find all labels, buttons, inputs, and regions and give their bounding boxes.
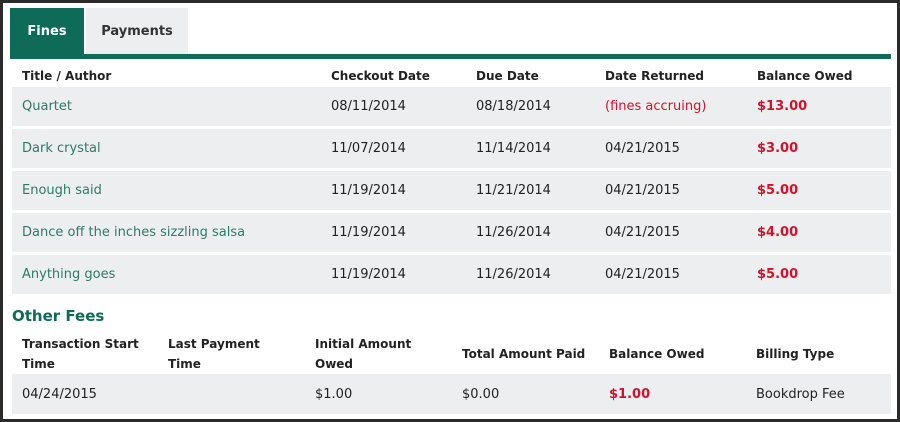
header-initial-amount-owed: Initial Amount Owed: [315, 337, 412, 371]
date-returned: 04/21/2015: [595, 171, 747, 210]
fees-header-row: Transaction Start Time Last Payment Time…: [12, 334, 891, 374]
header-balance-owed: Balance Owed: [757, 69, 853, 83]
header-billing-type: Billing Type: [756, 347, 835, 361]
other-fees-table: Transaction Start Time Last Payment Time…: [12, 334, 891, 414]
initial-amount: $1.00: [305, 374, 452, 414]
other-fees-heading: Other Fees: [12, 307, 105, 325]
header-total-amount-paid: Total Amount Paid: [462, 347, 586, 361]
due-date: 11/26/2014: [466, 213, 595, 252]
checkout-date: 08/11/2014: [321, 87, 466, 126]
billing-type: Bookdrop Fee: [746, 374, 891, 414]
balance-owed: $5.00: [747, 171, 891, 210]
balance-owed: $3.00: [747, 129, 891, 168]
table-row: Dance off the inches sizzling salsa 11/1…: [12, 213, 891, 252]
tab-payments[interactable]: Payments: [86, 8, 188, 54]
title-link[interactable]: Dance off the inches sizzling salsa: [22, 225, 245, 240]
balance-owed: $4.00: [747, 213, 891, 252]
balance-owed: $13.00: [747, 87, 891, 126]
due-date: 11/21/2014: [466, 171, 595, 210]
date-returned: (fines accruing): [595, 87, 747, 126]
date-returned: 04/21/2015: [595, 129, 747, 168]
title-link[interactable]: Dark crystal: [22, 141, 101, 156]
balance-owed: $1.00: [599, 374, 746, 414]
fines-header-row: Title / Author Checkout Date Due Date Da…: [12, 65, 891, 87]
tab-bar: Fines Payments: [10, 8, 188, 56]
last-payment: [158, 374, 305, 414]
header-date-returned: Date Returned: [605, 69, 704, 83]
header-last-payment-time: Last Payment Time: [168, 337, 260, 371]
window-frame: Fines Payments Title / Author Checkout D…: [0, 0, 900, 422]
checkout-date: 11/19/2014: [321, 255, 466, 294]
title-link[interactable]: Anything goes: [22, 267, 115, 282]
checkout-date: 11/19/2014: [321, 213, 466, 252]
table-row: Quartet 08/11/2014 08/18/2014 (fines acc…: [12, 87, 891, 126]
header-due-date: Due Date: [476, 69, 539, 83]
header-balance-owed: Balance Owed: [609, 347, 705, 361]
checkout-date: 11/19/2014: [321, 171, 466, 210]
due-date: 11/26/2014: [466, 255, 595, 294]
balance-owed: $5.00: [747, 255, 891, 294]
date-returned: 04/21/2015: [595, 255, 747, 294]
header-checkout-date: Checkout Date: [331, 69, 430, 83]
table-row: Dark crystal 11/07/2014 11/14/2014 04/21…: [12, 129, 891, 168]
table-row: 04/24/2015 $1.00 $0.00 $1.00 Bookdrop Fe…: [12, 374, 891, 414]
transaction-start: 04/24/2015: [12, 374, 158, 414]
table-row: Anything goes 11/19/2014 11/26/2014 04/2…: [12, 255, 891, 294]
tab-underline: [10, 54, 891, 59]
amount-paid: $0.00: [452, 374, 599, 414]
tab-fines[interactable]: Fines: [10, 8, 84, 54]
header-title-author: Title / Author: [22, 69, 112, 83]
title-link[interactable]: Enough said: [22, 183, 102, 198]
due-date: 08/18/2014: [466, 87, 595, 126]
fines-table: Title / Author Checkout Date Due Date Da…: [12, 65, 891, 294]
table-row: Enough said 11/19/2014 11/21/2014 04/21/…: [12, 171, 891, 210]
header-transaction-start-time: Transaction Start Time: [22, 337, 139, 371]
date-returned: 04/21/2015: [595, 213, 747, 252]
due-date: 11/14/2014: [466, 129, 595, 168]
checkout-date: 11/07/2014: [321, 129, 466, 168]
title-link[interactable]: Quartet: [22, 99, 72, 114]
